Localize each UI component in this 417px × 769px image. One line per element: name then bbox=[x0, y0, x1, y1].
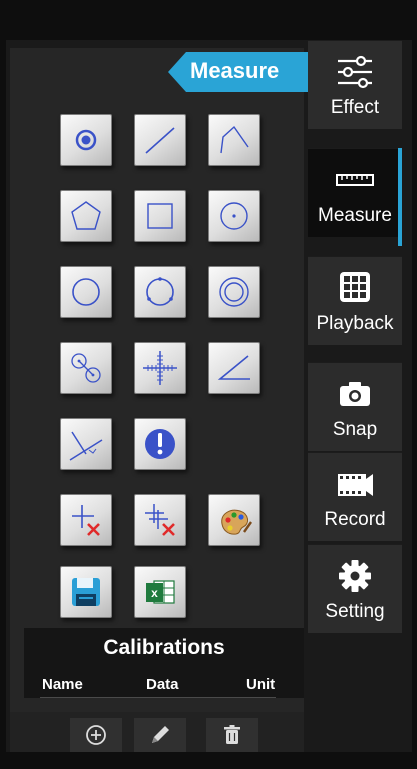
calibrations-divider bbox=[40, 697, 276, 698]
rectangle-tool-icon bbox=[147, 203, 173, 229]
perpendicular-tool-button[interactable] bbox=[60, 418, 112, 470]
delete-mark-tool-icon bbox=[72, 505, 100, 536]
svg-text:x: x bbox=[151, 586, 158, 600]
tab-label: Measure bbox=[318, 205, 392, 226]
grid-icon bbox=[340, 272, 370, 302]
delete-calibration-button[interactable] bbox=[206, 718, 258, 752]
polyline-tool-icon bbox=[220, 125, 249, 154]
rectangle-tool-button[interactable] bbox=[134, 190, 186, 242]
three-point-circle-tool-icon bbox=[146, 277, 174, 306]
edit-calibration-button[interactable] bbox=[134, 718, 186, 752]
angle-tool-button[interactable] bbox=[208, 342, 260, 394]
tab-record[interactable]: Record bbox=[308, 452, 402, 541]
ruler-icon bbox=[336, 174, 374, 186]
circle-center-tool-button[interactable] bbox=[208, 190, 260, 242]
circle-tool-button[interactable] bbox=[60, 266, 112, 318]
tab-setting[interactable]: Setting bbox=[308, 544, 402, 633]
excel-export-tool-icon: x bbox=[146, 580, 175, 604]
delete-all-marks-tool-icon bbox=[145, 504, 175, 536]
info-tool-icon bbox=[145, 429, 175, 459]
two-circle-distance-tool-button[interactable] bbox=[60, 342, 112, 394]
column-header-unit: Unit bbox=[246, 676, 276, 693]
delete-icon bbox=[224, 725, 240, 744]
tab-label: Playback bbox=[316, 313, 394, 334]
polygon-tool-button[interactable] bbox=[60, 190, 112, 242]
palette-tool-icon bbox=[221, 509, 252, 535]
line-tool-icon bbox=[145, 127, 175, 154]
crosshair-tool-button[interactable] bbox=[134, 342, 186, 394]
excel-export-tool-button[interactable]: x bbox=[134, 566, 186, 618]
line-tool-button[interactable] bbox=[134, 114, 186, 166]
column-header-name: Name bbox=[42, 676, 83, 693]
tab-measure[interactable]: Measure bbox=[308, 148, 402, 237]
camera-icon bbox=[340, 382, 370, 406]
tab-effect[interactable]: Effect bbox=[308, 40, 402, 129]
circle-center-tool-icon bbox=[220, 202, 248, 230]
add-calibration-button[interactable] bbox=[70, 718, 122, 752]
tab-label: Snap bbox=[332, 419, 378, 440]
concentric-circle-tool-button[interactable] bbox=[208, 266, 260, 318]
gear-icon bbox=[339, 560, 371, 592]
palette-tool-button[interactable] bbox=[208, 494, 260, 546]
angle-tool-icon bbox=[217, 355, 250, 380]
edit-icon bbox=[152, 726, 169, 743]
tab-label: Setting bbox=[325, 601, 385, 622]
polygon-tool-icon bbox=[71, 201, 101, 230]
active-tab-indicator bbox=[398, 148, 402, 246]
tab-snap[interactable]: Snap bbox=[308, 362, 402, 451]
film-icon bbox=[338, 474, 373, 496]
two-circle-distance-tool-icon bbox=[71, 353, 101, 383]
delete-mark-tool-button[interactable] bbox=[60, 494, 112, 546]
sliders-icon bbox=[338, 55, 372, 89]
save-tool-button[interactable] bbox=[60, 566, 112, 618]
calibrations-title: Calibrations bbox=[103, 636, 225, 659]
three-point-circle-tool-button[interactable] bbox=[134, 266, 186, 318]
panel-title: Measure bbox=[190, 58, 280, 83]
polyline-tool-button[interactable] bbox=[208, 114, 260, 166]
add-icon bbox=[86, 725, 106, 745]
info-tool-button[interactable] bbox=[134, 418, 186, 470]
circle-tool-icon bbox=[72, 278, 100, 306]
column-header-data: Data bbox=[146, 676, 179, 693]
perpendicular-tool-icon bbox=[69, 431, 103, 461]
save-tool-icon bbox=[72, 578, 100, 606]
concentric-circle-tool-icon bbox=[219, 277, 249, 307]
tab-playback[interactable]: Playback bbox=[308, 256, 402, 345]
point-tool-button[interactable] bbox=[60, 114, 112, 166]
tab-label: Record bbox=[324, 509, 386, 530]
crosshair-tool-icon bbox=[143, 351, 177, 385]
point-tool-icon bbox=[75, 129, 97, 151]
tab-label: Effect bbox=[330, 97, 380, 118]
delete-all-marks-tool-button[interactable] bbox=[134, 494, 186, 546]
